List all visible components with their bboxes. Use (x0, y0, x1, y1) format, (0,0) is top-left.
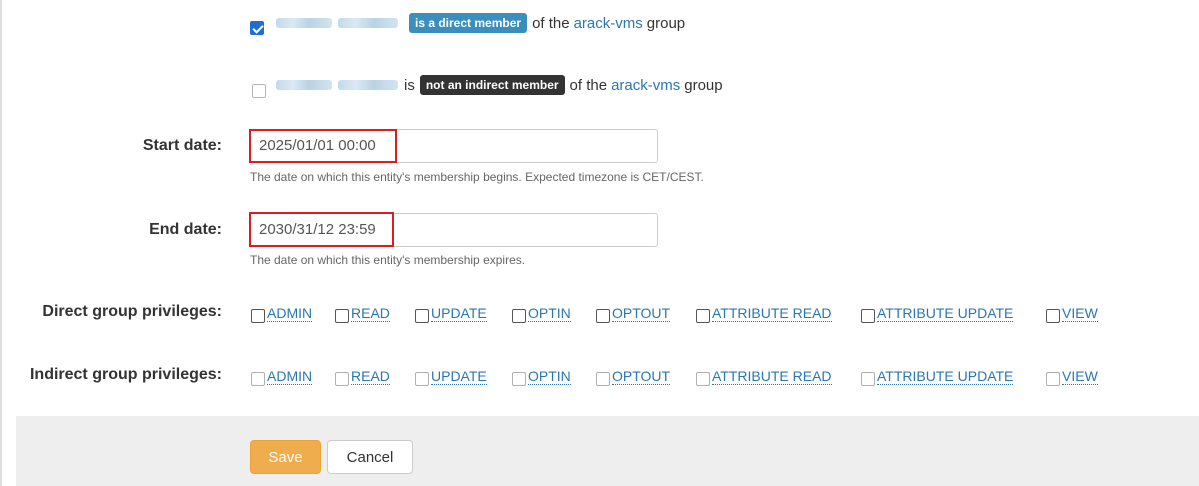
form-actions-bar (16, 416, 1199, 486)
direct-priv-attribute-update[interactable]: ATTRIBUTE UPDATE (861, 305, 1014, 323)
checkbox[interactable] (512, 372, 526, 386)
checkbox[interactable] (861, 372, 875, 386)
indirect-member-statement: is not an indirect member of the arack-v… (276, 75, 723, 95)
end-date-help: The date on which this entity's membersh… (250, 253, 526, 267)
checkbox[interactable] (415, 372, 429, 386)
direct-priv-optout[interactable]: OPTOUT (596, 305, 671, 323)
checkbox[interactable] (1046, 372, 1060, 386)
direct-privileges-label: Direct group privileges: (42, 303, 222, 320)
redacted-name (276, 80, 332, 90)
priv-label: OPTOUT (612, 305, 671, 322)
checkbox[interactable] (596, 309, 610, 323)
indirect-priv-attribute-update[interactable]: ATTRIBUTE UPDATE (861, 368, 1014, 386)
indirect-of-text: of the (569, 76, 608, 94)
indirect-member-checkbox[interactable] (252, 84, 266, 98)
priv-label: READ (351, 305, 390, 322)
priv-label: ADMIN (267, 305, 313, 322)
checkbox[interactable] (861, 309, 875, 323)
direct-member-checkbox[interactable] (250, 21, 264, 35)
indirect-priv-update[interactable]: UPDATE (415, 368, 487, 386)
priv-label: OPTOUT (612, 368, 671, 385)
direct-priv-admin[interactable]: ADMIN (251, 305, 313, 323)
priv-label: UPDATE (431, 305, 487, 322)
direct-of-text: of the (532, 14, 570, 32)
priv-label: ATTRIBUTE UPDATE (877, 305, 1014, 322)
start-date-label: Start date: (142, 137, 222, 154)
checkbox[interactable] (335, 372, 349, 386)
priv-label: ADMIN (267, 368, 313, 385)
save-button[interactable]: Save (250, 440, 321, 474)
indirect-group-suffix: group (684, 76, 723, 94)
direct-member-badge: is a direct member (409, 13, 528, 33)
start-date-help: The date on which this entity's membersh… (250, 170, 704, 184)
checkbox[interactable] (415, 309, 429, 323)
direct-priv-read[interactable]: READ (335, 305, 390, 323)
priv-label: VIEW (1062, 368, 1098, 385)
indirect-is-text: is (404, 76, 415, 94)
direct-member-statement: is a direct member of the arack-vms grou… (276, 13, 685, 33)
indirect-priv-attribute-read[interactable]: ATTRIBUTE READ (696, 368, 832, 386)
indirect-priv-read[interactable]: READ (335, 368, 390, 386)
redacted-name (338, 18, 398, 28)
direct-priv-optin[interactable]: OPTIN (512, 305, 571, 323)
checkbox[interactable] (251, 372, 265, 386)
direct-group-suffix: group (646, 14, 686, 32)
checkbox[interactable] (696, 372, 710, 386)
priv-label: ATTRIBUTE READ (712, 305, 832, 322)
priv-label: READ (351, 368, 390, 385)
priv-label: ATTRIBUTE READ (712, 368, 832, 385)
cancel-button[interactable]: Cancel (327, 440, 413, 474)
redacted-name (276, 18, 332, 28)
direct-group-link[interactable]: arack-vms (574, 15, 643, 32)
left-border (0, 0, 2, 486)
priv-label: VIEW (1062, 305, 1098, 322)
priv-label: UPDATE (431, 368, 487, 385)
direct-priv-view[interactable]: VIEW (1046, 305, 1098, 323)
indirect-priv-view[interactable]: VIEW (1046, 368, 1098, 386)
indirect-priv-optout[interactable]: OPTOUT (596, 368, 671, 386)
checkbox[interactable] (596, 372, 610, 386)
indirect-privileges-label: Indirect group privileges: (29, 366, 222, 383)
checkbox[interactable] (251, 309, 265, 323)
priv-label: OPTIN (528, 368, 571, 385)
end-date-label: End date: (149, 221, 222, 238)
indirect-group-link[interactable]: arack-vms (611, 77, 680, 94)
indirect-priv-optin[interactable]: OPTIN (512, 368, 571, 386)
checkbox[interactable] (696, 309, 710, 323)
checkbox[interactable] (512, 309, 526, 323)
start-date-highlight (249, 129, 397, 163)
checkbox[interactable] (1046, 309, 1060, 323)
direct-priv-attribute-read[interactable]: ATTRIBUTE READ (696, 305, 832, 323)
checkbox[interactable] (335, 309, 349, 323)
end-date-highlight (249, 212, 394, 247)
direct-priv-update[interactable]: UPDATE (415, 305, 487, 323)
priv-label: ATTRIBUTE UPDATE (877, 368, 1014, 385)
priv-label: OPTIN (528, 305, 571, 322)
indirect-priv-admin[interactable]: ADMIN (251, 368, 313, 386)
redacted-name (338, 80, 398, 90)
indirect-member-badge: not an indirect member (419, 75, 565, 95)
